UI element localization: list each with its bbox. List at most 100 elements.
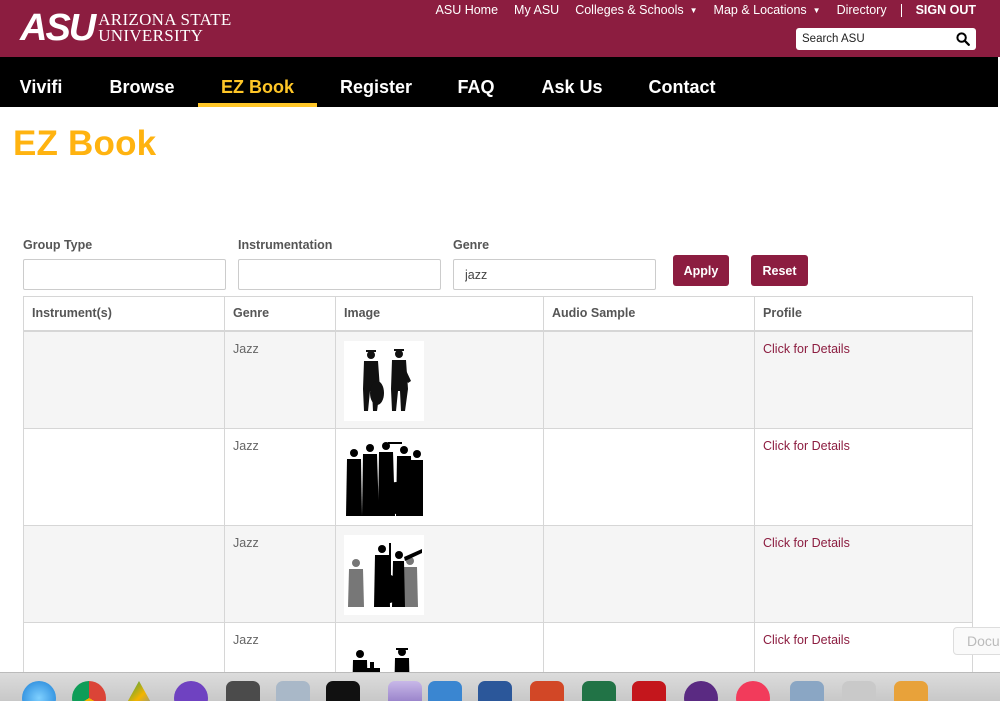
divider (754, 332, 755, 429)
drive-icon[interactable] (122, 681, 156, 701)
profile-cell: Click for Details (755, 526, 973, 622)
col-instruments: Instrument(s) (32, 306, 112, 320)
divider (543, 429, 544, 526)
nav-contact[interactable]: Contact (636, 57, 728, 107)
app-icon[interactable] (684, 681, 718, 701)
divider (754, 297, 755, 330)
band-photo[interactable] (344, 341, 424, 421)
details-link[interactable]: Click for Details (763, 633, 850, 647)
divider (335, 297, 336, 330)
divider (224, 429, 225, 526)
nav-ez-book[interactable]: EZ Book (198, 57, 317, 107)
details-link[interactable]: Click for Details (763, 536, 850, 550)
logo-line-2: UNIVERSITY (98, 26, 204, 45)
main-nav: Vivifi Browse EZ Book Register FAQ Ask U… (0, 57, 998, 107)
sublime-icon[interactable] (226, 681, 260, 701)
audio-cell (544, 429, 754, 525)
col-image: Image (344, 306, 381, 320)
col-profile: Profile (763, 306, 802, 320)
app-icon[interactable] (388, 681, 422, 701)
nav-faq[interactable]: FAQ (444, 57, 508, 107)
reset-button[interactable]: Reset (751, 255, 808, 286)
group-type-label: Group Type (23, 238, 93, 252)
divider (900, 3, 902, 17)
divider (754, 526, 755, 623)
link-my-asu[interactable]: My ASU (514, 3, 559, 17)
preview-icon[interactable] (276, 681, 310, 701)
divider (224, 332, 225, 429)
terminal-icon[interactable] (326, 681, 360, 701)
search-icon[interactable] (956, 32, 970, 46)
nav-vivifi[interactable]: Vivifi (10, 57, 72, 107)
acrobat-icon[interactable] (632, 681, 666, 701)
instrumentation-input[interactable] (238, 259, 441, 290)
link-colleges-schools-label: Colleges & Schools (575, 3, 684, 17)
table-row: Jazz Click for Details (24, 526, 972, 623)
instruments-cell (24, 526, 224, 622)
divider (754, 429, 755, 526)
itunes-icon[interactable] (736, 681, 770, 701)
band-photo[interactable] (344, 535, 424, 615)
excel-icon[interactable] (582, 681, 616, 701)
search-box (796, 28, 976, 50)
genre-label: Genre (453, 238, 490, 252)
apply-button[interactable]: Apply (673, 255, 729, 286)
chevron-down-icon: ▼ (689, 5, 698, 15)
nav-browse[interactable]: Browse (96, 57, 188, 107)
safari-icon[interactable] (22, 681, 56, 701)
divider (335, 526, 336, 623)
divider (543, 297, 544, 330)
col-audio-sample: Audio Sample (552, 306, 636, 320)
app-icon[interactable] (790, 681, 824, 701)
app-icon[interactable] (842, 681, 876, 701)
divider (543, 526, 544, 623)
universal-nav: ASU Home My ASU Colleges & Schools ▼ Map … (420, 3, 976, 17)
table-row: Jazz Click for Details (24, 332, 972, 429)
col-genre: Genre (233, 306, 270, 320)
table-row: Jazz Click for Details (24, 429, 972, 526)
nav-register[interactable]: Register (328, 57, 424, 107)
app-icon[interactable] (428, 681, 462, 701)
band-photo[interactable] (344, 438, 424, 518)
image-cell (336, 429, 543, 525)
word-icon[interactable] (478, 681, 512, 701)
genre-input[interactable] (453, 259, 656, 290)
divider (224, 297, 225, 330)
github-icon[interactable] (174, 681, 208, 701)
table-header: Instrument(s) Genre Image Audio Sample P… (24, 297, 972, 332)
signout-link[interactable]: SIGN OUT (916, 3, 976, 17)
logo-mark: ASU (20, 7, 96, 49)
divider (224, 526, 225, 623)
divider (335, 332, 336, 429)
group-type-input[interactable] (23, 259, 226, 290)
instruments-cell (24, 429, 224, 525)
chevron-down-icon: ▼ (812, 5, 821, 15)
asu-logo[interactable]: ASU ARIZONA STATE UNIVERSITY (20, 7, 232, 49)
audio-cell (544, 526, 754, 622)
search-input[interactable] (796, 33, 946, 45)
link-map-locations[interactable]: Map & Locations ▼ (714, 3, 821, 17)
profile-cell: Click for Details (755, 332, 973, 428)
page: ASU ARIZONA STATE UNIVERSITY ASU Home My… (0, 0, 1000, 701)
instrumentation-label: Instrumentation (238, 238, 333, 252)
link-asu-home[interactable]: ASU Home (436, 3, 499, 17)
asu-header: ASU ARIZONA STATE UNIVERSITY ASU Home My… (0, 0, 1000, 57)
link-colleges-schools[interactable]: Colleges & Schools ▼ (575, 3, 697, 17)
document-tab[interactable]: Docu (953, 627, 1000, 655)
calculator-icon[interactable] (894, 681, 928, 701)
page-title: EZ Book (13, 124, 157, 163)
chrome-icon[interactable] (72, 681, 106, 701)
logo-wordmark: ARIZONA STATE UNIVERSITY (98, 11, 231, 45)
genre-cell: Jazz (233, 342, 259, 356)
divider (543, 332, 544, 429)
image-cell (336, 526, 543, 622)
nav-ask-us[interactable]: Ask Us (528, 57, 616, 107)
genre-cell: Jazz (233, 536, 259, 550)
image-cell (336, 332, 543, 428)
details-link[interactable]: Click for Details (763, 342, 850, 356)
audio-cell (544, 332, 754, 428)
powerpoint-icon[interactable] (530, 681, 564, 701)
link-directory[interactable]: Directory (837, 3, 887, 17)
instruments-cell (24, 332, 224, 428)
details-link[interactable]: Click for Details (763, 439, 850, 453)
